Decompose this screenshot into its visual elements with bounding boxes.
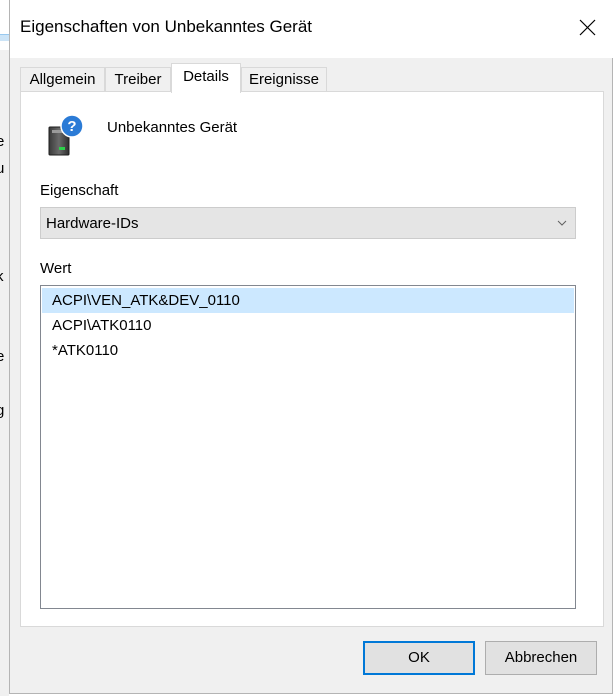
device-name: Unbekanntes Gerät	[107, 119, 238, 136]
background-text: l	[0, 295, 9, 313]
svg-text:?: ?	[67, 118, 76, 135]
properties-dialog: Eigenschaften von Unbekanntes Gerät Allg…	[9, 0, 613, 694]
unknown-device-icon: ?	[47, 113, 87, 157]
property-selected-value: Hardware-IDs	[46, 215, 139, 232]
title-bar[interactable]: Eigenschaften von Unbekanntes Gerät	[10, 0, 613, 58]
value-label: Wert	[40, 260, 72, 277]
dialog-title: Eigenschaften von Unbekanntes Gerät	[20, 17, 313, 36]
background-window-top	[0, 0, 9, 50]
background-selection	[0, 34, 9, 41]
background-text: e	[0, 348, 5, 365]
property-dropdown[interactable]: Hardware-IDs	[40, 207, 576, 239]
value-listbox[interactable]: ACPI\VEN_ATK&DEV_0110 ACPI\ATK0110 *ATK0…	[40, 285, 576, 609]
tab-details[interactable]: Details	[171, 63, 241, 93]
background-text: g	[0, 402, 5, 419]
property-label: Eigenschaft	[40, 182, 119, 199]
details-panel: ? Unbekanntes Gerät Eigenschaft Hardware…	[20, 91, 604, 627]
chevron-down-icon	[557, 220, 567, 226]
list-item[interactable]: ACPI\VEN_ATK&DEV_0110	[42, 288, 574, 313]
list-item[interactable]: *ATK0110	[42, 338, 574, 363]
tab-allgemein[interactable]: Allgemein	[20, 67, 105, 91]
tab-treiber[interactable]: Treiber	[105, 67, 171, 91]
background-text: e	[0, 133, 5, 150]
tab-ereignisse[interactable]: Ereignisse	[241, 67, 327, 91]
close-button[interactable]	[569, 10, 605, 46]
background-text: u	[0, 160, 5, 177]
close-icon	[579, 19, 596, 36]
list-item[interactable]: ACPI\ATK0110	[42, 313, 574, 338]
background-text: k	[0, 268, 9, 286]
cancel-button[interactable]: Abbrechen	[485, 641, 597, 675]
ok-button[interactable]: OK	[363, 641, 475, 675]
